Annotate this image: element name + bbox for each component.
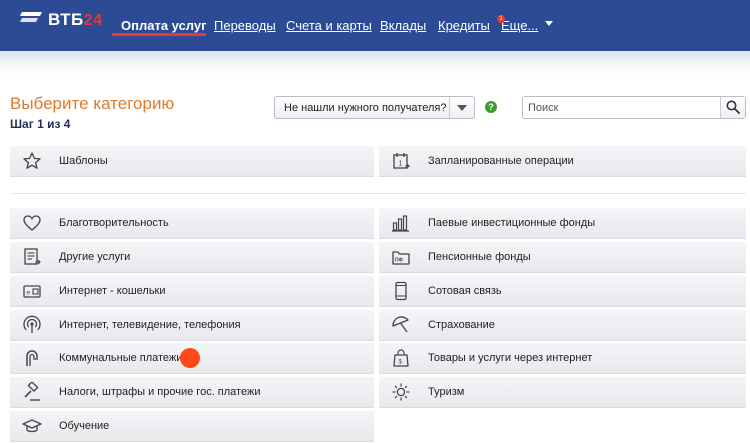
category-label: Интернет - кошельки [59, 285, 166, 297]
nav-accounts-cards[interactable]: Счета и карты [286, 18, 372, 33]
help-icon[interactable]: ? [485, 101, 497, 113]
category-label: Страхование [428, 319, 495, 331]
category-label: Запланированные операции [428, 155, 574, 167]
category-education[interactable]: Обучение [10, 411, 374, 442]
category-online-shopping[interactable]: $ Товары и услуги через интернет [379, 343, 746, 374]
dropdown-value: Не нашли нужного получателя? [284, 102, 447, 114]
category-label: Обучение [59, 420, 110, 432]
category-label: Благотворительность [59, 217, 169, 229]
faucet-icon [26, 350, 38, 366]
category-label: Пенсионные фонды [428, 251, 531, 263]
search-box [522, 96, 746, 119]
category-mobile[interactable]: Сотовая связь [379, 276, 746, 307]
logo-text: ВТБ24 [48, 10, 103, 30]
svg-text:e: e [27, 290, 31, 297]
mobile-phone-icon [395, 281, 407, 301]
category-label: Коммунальные платежи [59, 352, 183, 364]
calendar-icon: 1 [393, 153, 410, 169]
category-label: Интернет, телевидение, телефония [59, 319, 241, 331]
svg-text:1: 1 [399, 161, 403, 168]
top-navigation-bar: ВТБ24 Оплата услуг Переводы Счета и карт… [0, 0, 750, 51]
recipient-not-found-dropdown[interactable]: Не нашли нужного получателя? [274, 96, 475, 119]
chevron-down-icon[interactable] [449, 97, 474, 118]
category-charity[interactable]: Благотворительность [10, 208, 374, 239]
nav-deposits[interactable]: Вклады [380, 18, 426, 33]
category-insurance[interactable]: Страхование [379, 310, 746, 341]
nav-transfers[interactable]: Переводы [214, 18, 276, 33]
category-internet-tv-phone[interactable]: Интернет, телевидение, телефония [10, 310, 374, 341]
category-label: Другие услуги [59, 251, 131, 263]
category-e-wallets[interactable]: e Интернет - кошельки [10, 276, 374, 307]
header-shadow [0, 51, 750, 76]
heart-icon [23, 215, 41, 231]
document-icon [24, 248, 41, 265]
category-tourism[interactable]: Туризм [379, 377, 746, 408]
search-input[interactable] [524, 98, 724, 117]
shopping-bag-icon: $ [393, 349, 409, 367]
bank-logo-icon [20, 12, 42, 22]
bar-chart-icon [392, 215, 409, 232]
logo-accent: 24 [83, 12, 103, 29]
category-label: Туризм [428, 386, 465, 398]
category-label: Налоги, штрафы и прочие гос. платежи [59, 386, 261, 398]
wallet-icon: e [23, 285, 41, 298]
category-taxes-fines[interactable]: Налоги, штрафы и прочие гос. платежи [10, 377, 374, 408]
chevron-down-icon[interactable] [545, 21, 553, 26]
notification-badge: 1 [497, 15, 505, 23]
category-templates[interactable]: Шаблоны [10, 146, 374, 177]
search-button[interactable] [720, 97, 745, 118]
pension-fund-icon: ПФ [392, 251, 410, 265]
page-title: Выберите категорию [10, 94, 175, 113]
active-tab-indicator [112, 33, 206, 36]
gavel-icon [24, 382, 40, 401]
nav-more[interactable]: Еще... [501, 18, 538, 33]
umbrella-icon [392, 316, 409, 333]
search-icon [726, 100, 740, 114]
broadcast-icon [23, 315, 41, 333]
nav-loans[interactable]: Кредиты [438, 18, 490, 33]
logo-name: ВТБ [48, 10, 84, 29]
svg-text:$: $ [399, 360, 403, 366]
category-scheduled-operations[interactable]: 1 Запланированные операции [379, 146, 746, 177]
section-divider [10, 193, 746, 194]
category-label: Товары и услуги через интернет [428, 352, 593, 364]
nav-payments[interactable]: Оплата услуг [121, 18, 207, 33]
category-label: Паевые инвестиционные фонды [428, 217, 596, 229]
category-pension-funds[interactable]: ПФ Пенсионные фонды [379, 242, 746, 273]
category-label: Шаблоны [59, 155, 108, 167]
star-icon [23, 152, 41, 169]
category-mutual-funds[interactable]: Паевые инвестиционные фонды [379, 208, 746, 239]
category-label: Сотовая связь [428, 285, 502, 297]
svg-text:ПФ: ПФ [395, 258, 404, 264]
graduation-cap-icon [22, 419, 42, 433]
step-indicator: Шаг 1 из 4 [10, 117, 71, 131]
click-indicator [180, 348, 200, 368]
category-other-services[interactable]: Другие услуги [10, 242, 374, 273]
sun-icon [392, 383, 410, 401]
